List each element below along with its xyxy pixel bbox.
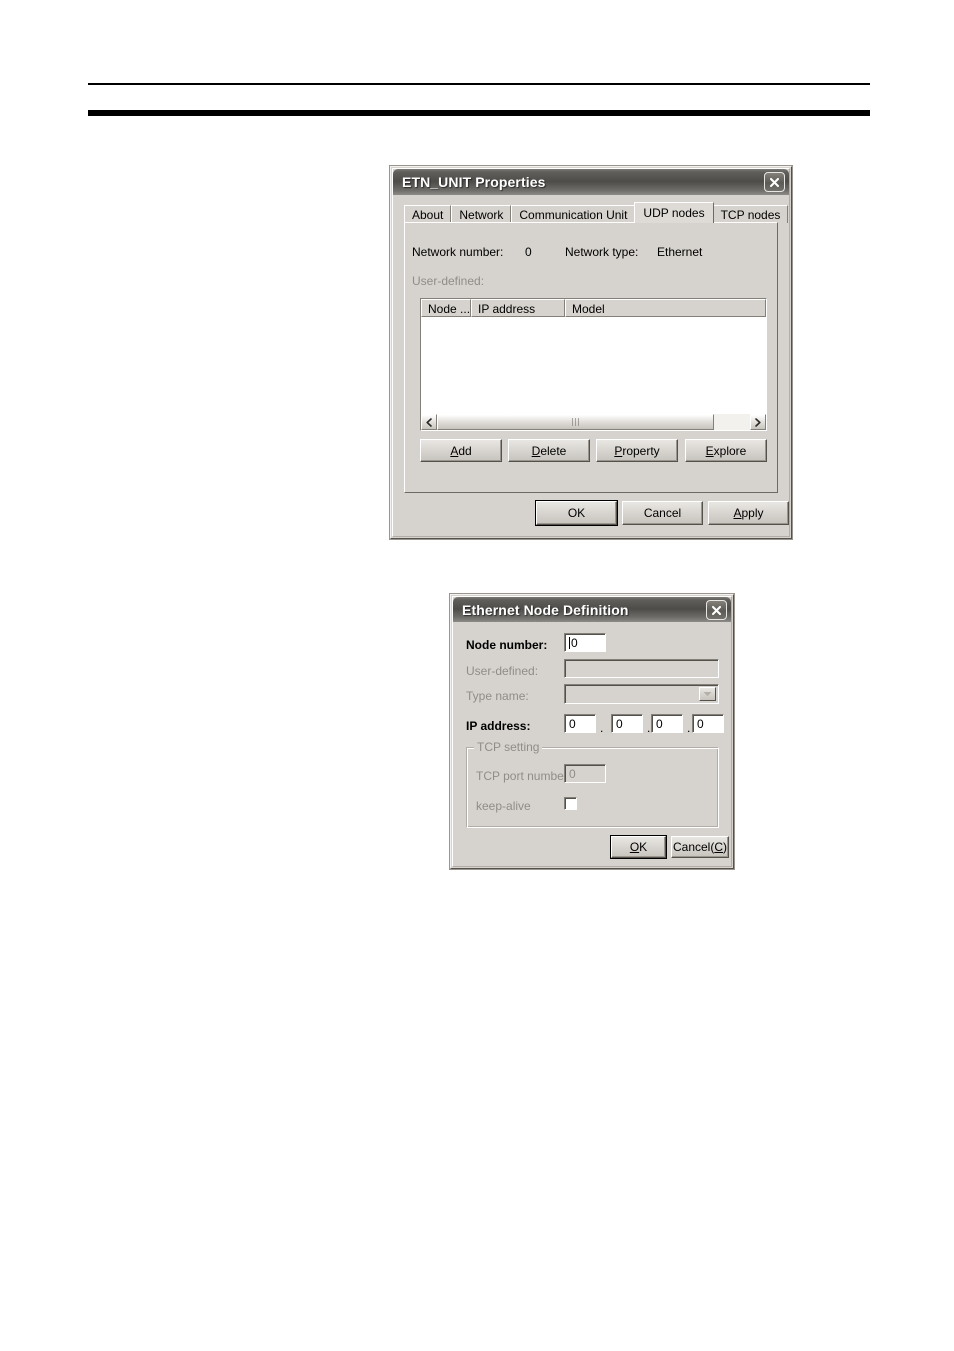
ip-separator-1: . [600,721,604,735]
ip-separator-3: . [687,721,691,735]
text-caret [569,636,570,649]
chevron-left-icon[interactable] [421,414,437,430]
explore-button[interactable]: Explore [685,439,767,462]
ip-octet-3-input[interactable]: 0 [651,714,683,733]
tab-about[interactable]: About [404,205,452,223]
cancel-button-label: Cancel [643,506,682,520]
chevron-down-icon[interactable] [699,687,716,701]
explore-button-label: Explore [705,443,747,458]
cancel-button[interactable]: Cancel(C) [671,836,729,858]
titlebar[interactable]: Ethernet Node Definition [453,597,731,622]
tab-network[interactable]: Network [451,205,512,223]
tab-label: TCP nodes [720,208,781,222]
ip-octet-2-input[interactable]: 0 [611,714,643,733]
tab-label: Communication Unit [519,208,628,222]
add-button[interactable]: Add [420,439,502,462]
cancel-button-label: Cancel(C) [672,840,728,854]
tab-udp-nodes[interactable]: UDP nodes [634,202,714,223]
keep-alive-label: keep-alive [476,799,531,813]
etn-unit-properties-dialog: ETN_UNIT Properties About Network Commun… [390,166,792,539]
header-rule-thin [88,83,870,85]
apply-button-label: Apply [733,506,764,520]
column-label: IP address [478,302,536,316]
keep-alive-checkbox[interactable] [564,797,577,810]
column-label: Model [572,302,605,316]
add-button-label: Add [450,443,472,458]
node-list[interactable]: Node ... IP address Model [420,298,767,431]
network-number-value: 0 [525,245,532,259]
ip-octet-value: 0 [697,716,704,731]
tab-label: UDP nodes [643,206,705,220]
user-defined-input[interactable] [564,659,719,678]
tcp-setting-group: TCP setting [466,740,719,828]
column-label: Node ... [428,302,471,316]
tcp-port-number-input[interactable]: 0 [564,764,606,783]
tcp-setting-legend: TCP setting [474,740,543,754]
cancel-button[interactable]: Cancel [622,501,703,525]
node-list-header: Node ... IP address Model [421,299,766,317]
network-number-label: Network number: [412,245,504,259]
tcp-port-number-label: TCP port number [476,769,568,783]
tab-tcp-nodes[interactable]: TCP nodes [712,205,789,223]
hscrollbar-thumb[interactable] [437,414,714,430]
network-type-value: Ethernet [657,245,703,259]
window-title: ETN_UNIT Properties [402,174,546,190]
scrollbar-grip-icon [572,418,579,426]
column-header-model[interactable]: Model [565,299,766,317]
ip-octet-value: 0 [616,716,623,731]
node-number-value: 0 [571,635,578,650]
chevron-right-icon[interactable] [750,414,766,430]
titlebar[interactable]: ETN_UNIT Properties [393,169,789,195]
ip-octet-4-input[interactable]: 0 [692,714,724,733]
user-defined-label: User-defined: [412,274,485,288]
ip-octet-value: 0 [656,716,663,731]
delete-button-label: Delete [531,443,567,458]
tcp-port-number-value: 0 [569,766,576,781]
ok-button[interactable]: OK [536,501,617,525]
user-defined-label: User-defined: [466,664,539,678]
delete-button[interactable]: Delete [508,439,590,462]
ip-address-label: IP address: [466,719,531,733]
network-type-label: Network type: [565,245,639,259]
type-name-label: Type name: [466,689,529,703]
node-list-hscrollbar[interactable] [421,414,766,430]
property-button[interactable]: Property [596,439,678,462]
ok-button-label: OK [567,506,586,520]
close-icon[interactable] [764,172,785,192]
node-list-body[interactable] [421,317,766,416]
window-title: Ethernet Node Definition [462,601,629,618]
close-icon[interactable] [706,600,727,620]
type-name-combobox[interactable] [564,684,719,704]
header-rule-thick [88,110,870,116]
node-number-label: Node number: [466,638,548,652]
udp-nodes-panel: Network number: 0 Network type: Ethernet… [404,222,778,493]
ip-separator-2: . [647,721,651,735]
column-header-node[interactable]: Node ... [421,299,471,317]
tab-label: About [412,208,444,222]
ip-octet-value: 0 [569,716,576,731]
ip-octet-1-input[interactable]: 0 [564,714,596,733]
hscrollbar-track[interactable] [437,414,750,430]
apply-button[interactable]: Apply [708,501,789,525]
column-header-ip-address[interactable]: IP address [471,299,565,317]
tab-communication-unit[interactable]: Communication Unit [511,205,636,223]
ethernet-node-definition-dialog: Ethernet Node Definition Node number: 0 … [450,594,734,869]
tabstrip: About Network Communication Unit UDP nod… [404,202,789,223]
node-number-input[interactable]: 0 [564,633,606,652]
tab-label: Network [459,208,504,222]
ok-button-label: OK [629,840,648,854]
ok-button[interactable]: OK [611,836,666,858]
property-button-label: Property [614,443,660,458]
